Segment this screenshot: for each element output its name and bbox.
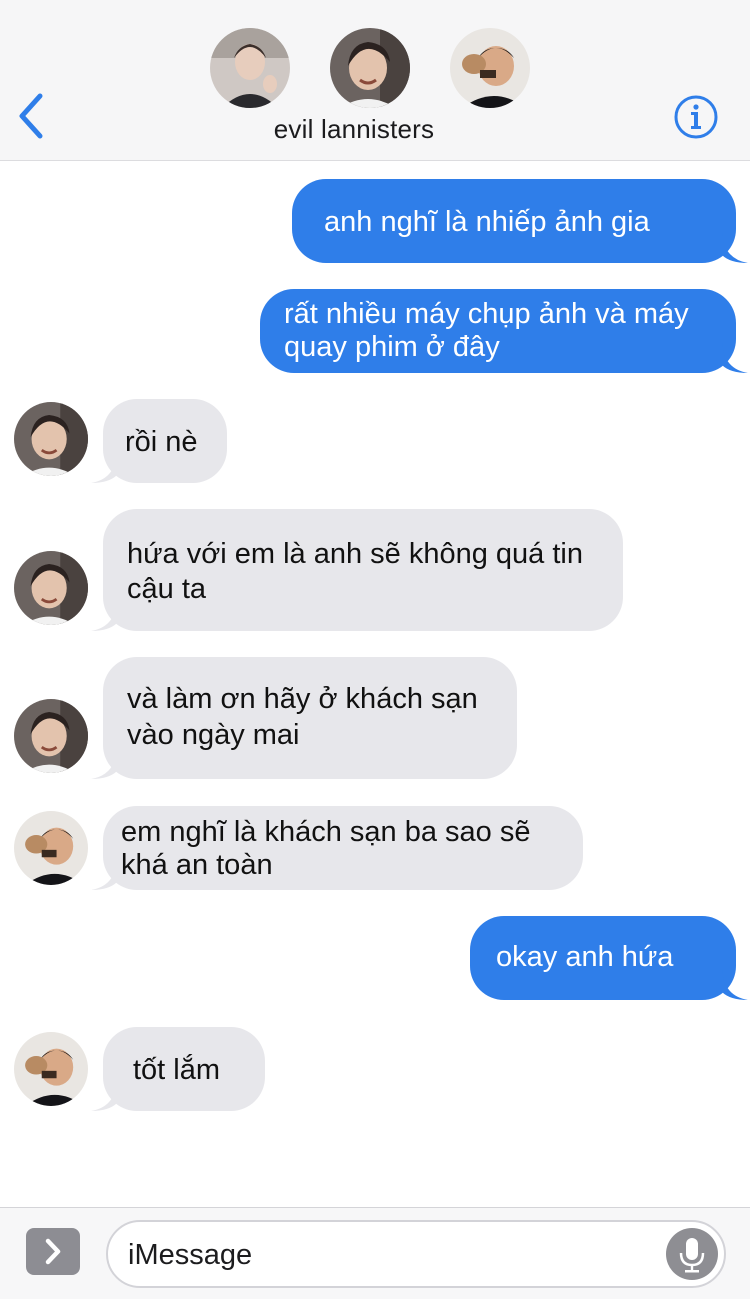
bubble-tail (722, 970, 748, 1000)
incoming-message-bubble[interactable]: tốt lắm (91, 1027, 265, 1111)
message-input-placeholder: iMessage (128, 1239, 253, 1271)
message-composer: iMessage (0, 1207, 750, 1299)
bubble-tail (722, 233, 748, 263)
chevron-right-icon (45, 1238, 61, 1265)
message-text: và làm ơn hãy ở khách sạn vào ngày mai (127, 683, 478, 751)
sender-avatar[interactable] (14, 811, 88, 885)
info-icon (674, 95, 718, 139)
incoming-message-bubble[interactable]: hứa với em là anh sẽ không quá tin cậu t… (91, 509, 623, 631)
microphone-icon (679, 1238, 705, 1273)
outgoing-message-bubble[interactable]: anh nghĩ là nhiếp ảnh gia (292, 179, 748, 263)
dictation-button[interactable] (666, 1228, 718, 1280)
message-text: rất nhiều máy chụp ảnh và máy quay phim … (284, 298, 689, 363)
message-text: em nghĩ là khách sạn ba sao sẽ khá an to… (121, 816, 531, 881)
incoming-message-bubble[interactable]: và làm ơn hãy ở khách sạn vào ngày mai (91, 657, 517, 779)
bubble-tail (91, 749, 117, 779)
message-input[interactable]: iMessage (106, 1220, 726, 1288)
bubble-tail (91, 860, 117, 890)
incoming-message-bubble[interactable]: em nghĩ là khách sạn ba sao sẽ khá an to… (91, 806, 583, 890)
bubble-tail (722, 343, 748, 373)
bubble-tail (91, 453, 117, 483)
message-text: anh nghĩ là nhiếp ảnh gia (324, 206, 650, 238)
message-text: okay anh hứa (496, 941, 674, 973)
sender-avatar[interactable] (14, 1032, 88, 1106)
message-text: tốt lắm (133, 1054, 221, 1086)
incoming-message-bubble[interactable]: rồi nè (91, 399, 227, 483)
message-text: rồi nè (125, 426, 198, 458)
app-drawer-button[interactable] (26, 1228, 80, 1275)
sender-avatar[interactable] (14, 402, 88, 476)
bubble-tail (91, 601, 117, 631)
message-thread[interactable]: anh nghĩ là nhiếp ảnh gia rất nhiều máy … (0, 161, 750, 1207)
participant-avatar-2[interactable] (330, 28, 410, 108)
sender-avatar[interactable] (14, 699, 88, 773)
conversation-header: evil lannisters (0, 0, 750, 161)
outgoing-message-bubble[interactable]: rất nhiều máy chụp ảnh và máy quay phim … (260, 289, 748, 373)
participant-avatar-1[interactable] (210, 28, 290, 108)
info-button[interactable] (673, 94, 719, 140)
bubble-tail (91, 1081, 117, 1111)
group-name[interactable]: evil lannisters (0, 114, 708, 145)
outgoing-message-bubble[interactable]: okay anh hứa (470, 916, 748, 1000)
message-text: hứa với em là anh sẽ không quá tin cậu t… (127, 538, 583, 605)
sender-avatar[interactable] (14, 551, 88, 625)
participant-avatar-3[interactable] (450, 28, 530, 108)
